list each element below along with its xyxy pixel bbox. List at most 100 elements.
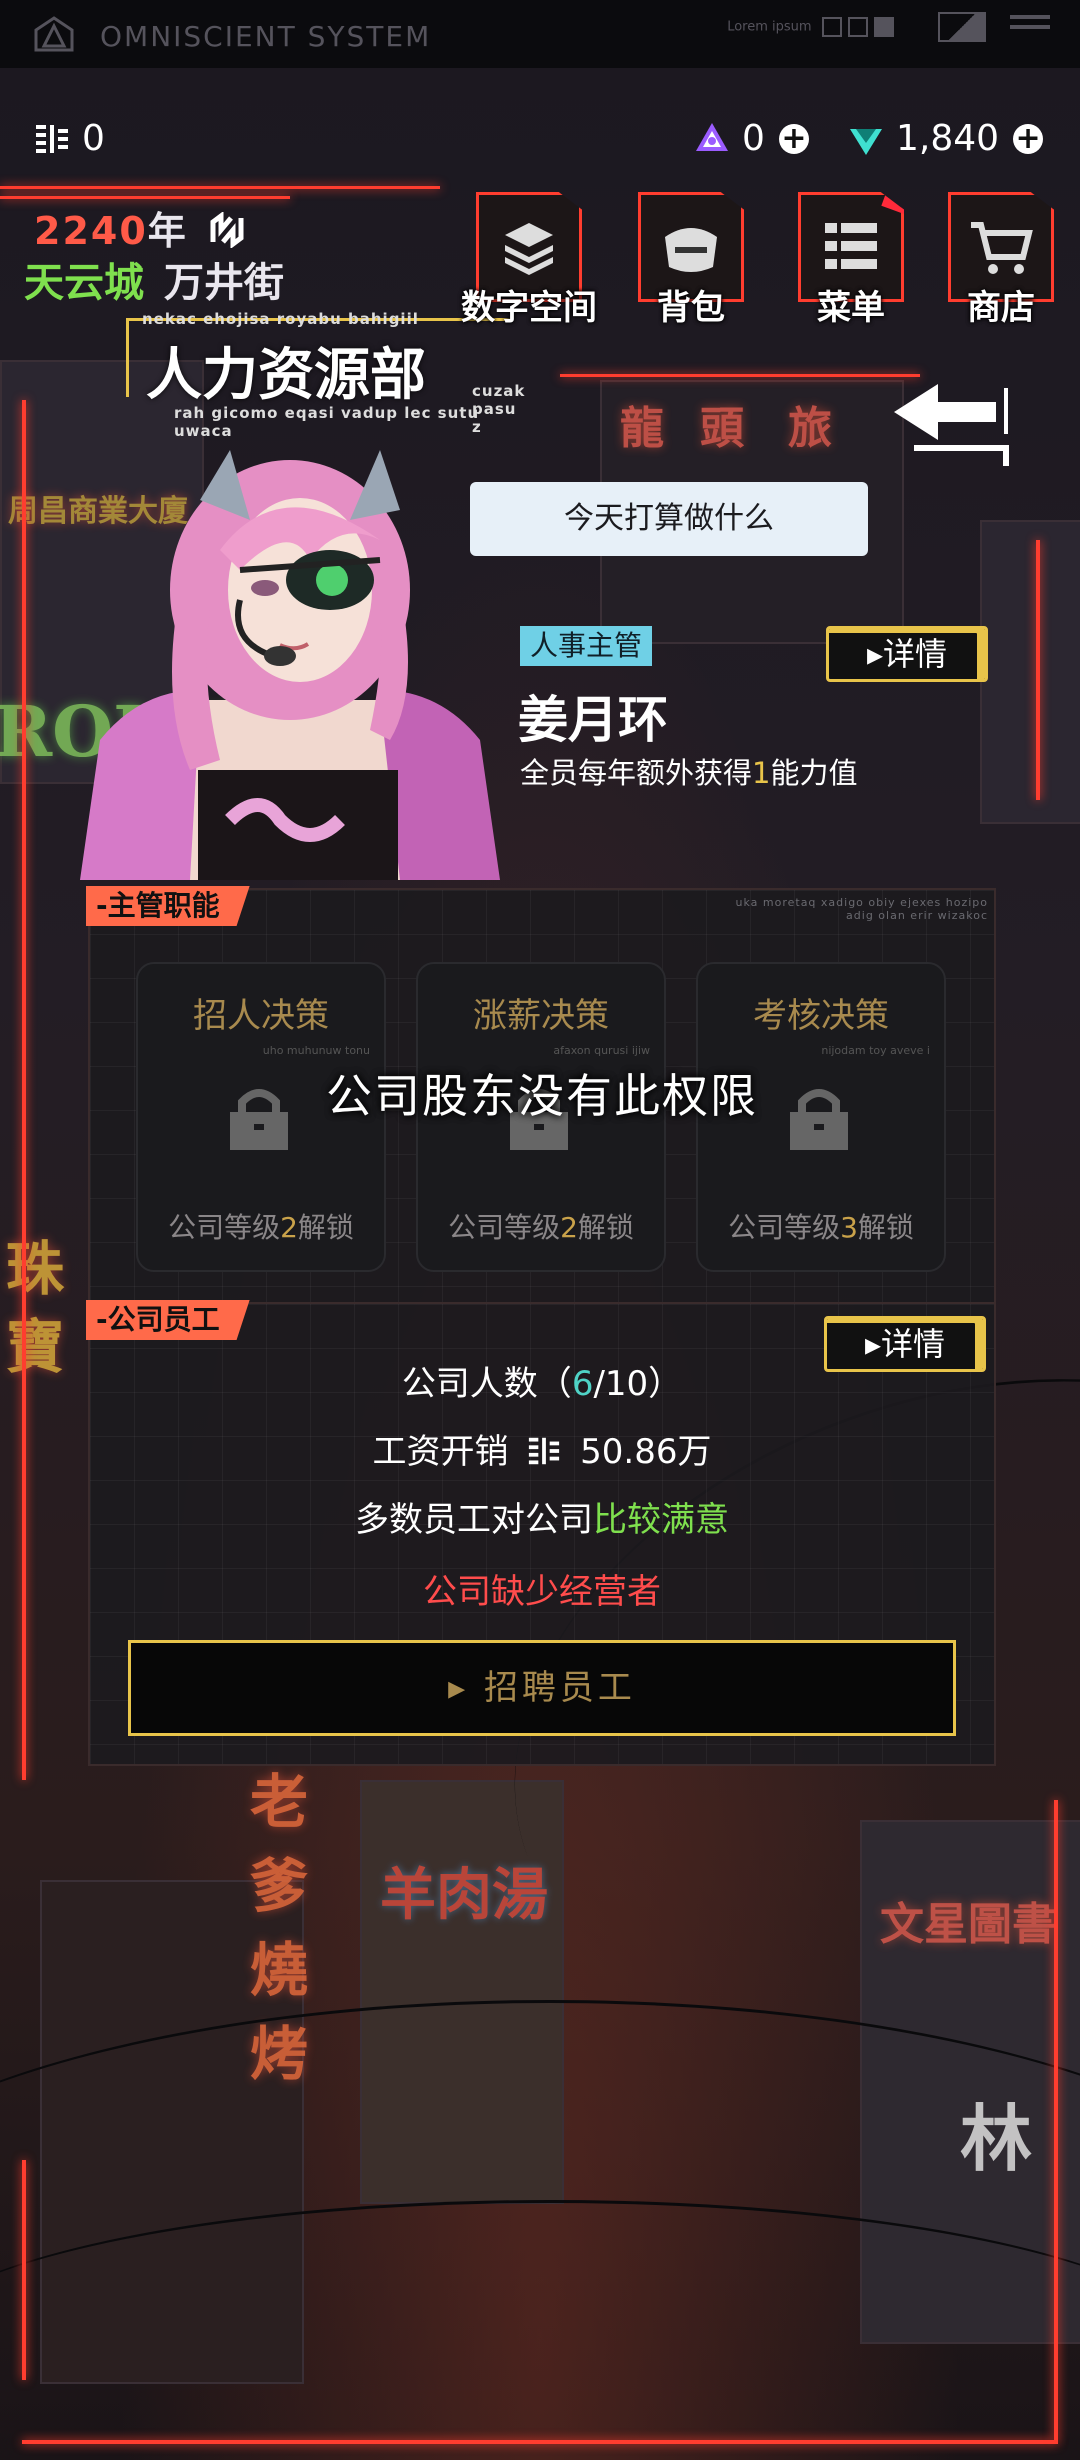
nav-label: 数字空间	[461, 288, 597, 328]
decor-line: adig olan erir wizakoc	[846, 909, 988, 922]
crystal-icon	[696, 122, 728, 151]
coin-icon	[36, 124, 68, 153]
coin-counter: 0	[34, 118, 105, 159]
frame-line	[1036, 540, 1040, 800]
frame-line	[560, 374, 920, 377]
panel-tag-label: 公司员工	[107, 1303, 220, 1336]
stat-label: 多数员工对公司	[355, 1500, 593, 1540]
system-bar: OMNISCIENT SYSTEM Lorem ipsum	[0, 0, 1080, 68]
decor-text: nekac ehojisa royabu bahigiil	[142, 310, 419, 328]
coin-icon	[529, 1437, 560, 1465]
panel-tag-label: 主管职能	[107, 889, 220, 922]
hire-button-label: 招聘员工	[483, 1668, 636, 1708]
decor-line: uka moretaq xadigo obiy ejexes hozipo	[735, 896, 988, 909]
nav-label: 菜单	[817, 288, 885, 328]
role-badge: 人事主管	[520, 626, 653, 666]
neon-sign: 龍	[620, 403, 664, 454]
neon-sign: 羊肉湯	[380, 1862, 548, 1928]
staff-count-max: /10）	[593, 1364, 683, 1404]
crystal-counter: 0 +	[694, 118, 809, 159]
unlock-text: 公司等级	[168, 1211, 281, 1244]
satisfaction-value: 比较满意	[593, 1500, 729, 1540]
add-gem-button[interactable]: +	[1013, 123, 1044, 154]
system-logo-icon	[34, 16, 74, 52]
character-name: 姜月环	[518, 691, 668, 749]
no-permission-message: 公司股东没有此权限	[326, 1069, 758, 1123]
ability-text: 能力值	[770, 756, 858, 790]
street-name: 万井街	[164, 260, 284, 306]
panel-tag: -主管职能	[86, 886, 250, 926]
card-subtitle: nijodam toy aveve i	[821, 1044, 930, 1057]
card-subtitle: afaxon qurusi ijiw	[553, 1044, 650, 1057]
unlock-level: 3	[840, 1211, 858, 1244]
nav-digital-space[interactable]: 数字空间	[461, 192, 597, 329]
satisfaction: 多数员工对公司比较满意	[90, 1492, 994, 1541]
gem-icon	[850, 128, 882, 155]
crystal-value: 0	[742, 118, 765, 159]
unlock-level: 2	[560, 1211, 578, 1244]
staff-count: 公司人数（6/10）	[90, 1356, 994, 1405]
salary-expense: 工资开销 50.86万	[90, 1424, 994, 1473]
stat-label: 公司人数（	[401, 1364, 572, 1404]
nav-bag[interactable]: 背包	[636, 192, 746, 329]
page-title: 人力资源部	[146, 343, 426, 408]
hire-staff-button[interactable]: ▸ 招聘员工	[128, 1640, 956, 1736]
frame-line	[0, 196, 290, 199]
gem-counter: 1,840 +	[848, 118, 1044, 159]
ability-value: 1	[752, 756, 771, 790]
unlock-condition: 公司等级3解锁	[698, 1206, 944, 1246]
cable	[0, 2200, 1080, 2460]
neon-sign: 旅	[788, 403, 832, 454]
card-subtitle: uho muhunuw tonu	[262, 1044, 370, 1057]
lorem-text: Lorem ipsum	[727, 19, 812, 35]
unlock-text: 解锁	[577, 1211, 634, 1244]
back-arrow-icon[interactable]	[884, 378, 1014, 468]
menu-icon	[825, 223, 877, 269]
character-detail-button[interactable]: ▸详情	[826, 626, 988, 682]
speech-bubble: 今天打算做什么	[470, 482, 868, 556]
year-number: 2240	[34, 209, 148, 253]
frame-line	[22, 2160, 26, 2380]
unlock-text: 解锁	[297, 1211, 354, 1244]
frame-line	[1054, 1800, 1058, 2440]
gem-value: 1,840	[896, 118, 1000, 159]
frame-line	[0, 186, 440, 189]
frame-line	[22, 400, 26, 1780]
ability-text: 全员每年额外获得	[520, 756, 753, 790]
stat-label: 工资开销	[372, 1432, 509, 1472]
nav-shop[interactable]: 商店	[946, 192, 1056, 329]
window-controls[interactable]	[816, 17, 894, 37]
unlock-level: 2	[280, 1211, 298, 1244]
game-year: 2240年	[34, 200, 247, 255]
unlock-condition: 公司等级2解锁	[138, 1206, 384, 1246]
detail-label: 详情	[883, 635, 948, 673]
warning-message: 公司缺少经营者	[423, 1572, 661, 1612]
staff-panel: -公司员工 ▸详情 公司人数（6/10） 工资开销 50.86万 多数员工对公司…	[86, 1300, 996, 1766]
screen-icon	[937, 12, 986, 42]
card-title: 涨薪决策	[473, 996, 609, 1036]
neon-sign: 頭	[700, 403, 744, 454]
salary-value: 50.86万	[580, 1432, 712, 1472]
panel-tag: -公司员工	[86, 1300, 250, 1340]
card-title: 招人决策	[193, 996, 329, 1036]
location: 天云城 万井街	[24, 250, 284, 308]
frame-line	[22, 2440, 1058, 2444]
layers-icon	[505, 223, 553, 275]
card-title: 考核决策	[753, 996, 889, 1036]
neon-sign: 珠寶	[6, 1235, 65, 1381]
unlock-condition: 公司等级2解锁	[418, 1206, 664, 1246]
refresh-icon[interactable]	[207, 211, 247, 249]
coin-value: 0	[82, 118, 105, 159]
city-name: 天云城	[24, 260, 144, 306]
nav-label: 背包	[657, 288, 725, 328]
department-title-block: nekac ehojisa royabu bahigiil 人力资源部 cuza…	[118, 310, 524, 440]
nav-menu[interactable]: 菜单	[796, 192, 906, 329]
decor-text: rah gicomo eqasi vadup lec sutu uwaca	[174, 404, 480, 440]
system-title: OMNISCIENT SYSTEM	[100, 20, 432, 53]
signal-icon	[1010, 25, 1050, 29]
cart-icon	[971, 222, 1033, 274]
unlock-text: 公司等级	[448, 1211, 561, 1244]
character-ability: 全员每年额外获得1能力值	[520, 750, 857, 792]
system-status: Lorem ipsum	[727, 12, 1050, 42]
add-crystal-button[interactable]: +	[778, 123, 809, 154]
